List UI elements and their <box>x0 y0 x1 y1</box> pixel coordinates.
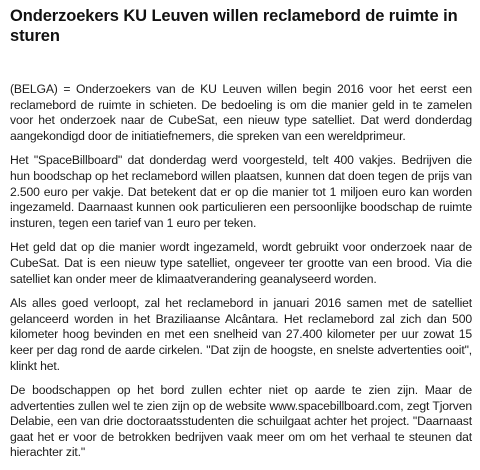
article: Onderzoekers KU Leuven willen reclamebor… <box>10 6 472 470</box>
article-paragraph-3: Het geld dat op die manier wordt ingezam… <box>10 240 472 286</box>
article-paragraph-5: De boodschappen op het bord zullen echte… <box>10 383 472 460</box>
article-paragraph-4: Als alles goed verloopt, zal het reclame… <box>10 296 472 373</box>
article-paragraph-2: Het "SpaceBillboard" dat donderdag werd … <box>10 153 472 230</box>
article-paragraph-1: (BELGA) = Onderzoekers van de KU Leuven … <box>10 82 472 143</box>
article-headline: Onderzoekers KU Leuven willen reclamebor… <box>10 7 458 45</box>
